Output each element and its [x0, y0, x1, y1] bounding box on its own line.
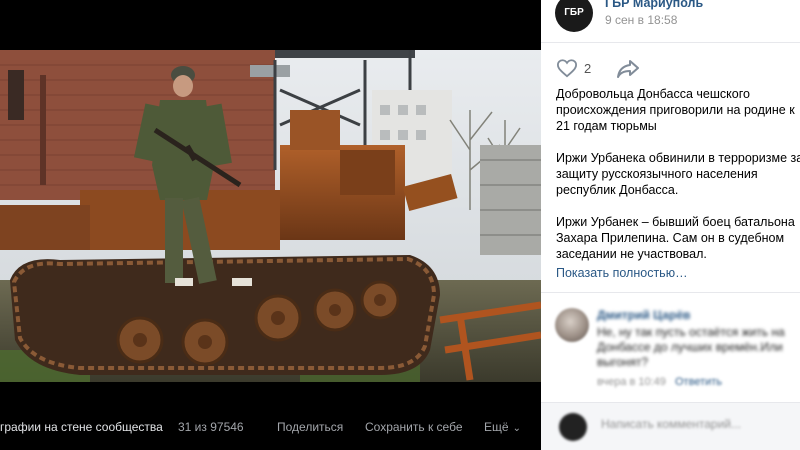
comment-text: Не, ну так пусть остаётся жить на Донбас… [597, 325, 785, 369]
more-button[interactable]: Ещё ⌄ [484, 420, 521, 434]
comment-reply-link[interactable]: Ответить [675, 376, 722, 388]
group-avatar-logo: ГБР [564, 7, 584, 18]
comment-composer: Написать комментарий... [541, 403, 800, 450]
post-date[interactable]: 9 сен в 18:58 [605, 13, 677, 27]
like-button[interactable]: 2 [556, 58, 591, 78]
save-to-album-button[interactable]: Сохранить к себе [365, 420, 463, 434]
comment-input[interactable]: Написать комментарий... [601, 417, 741, 431]
heart-icon [556, 59, 578, 78]
divider [541, 42, 800, 43]
photo-illustration [0, 50, 541, 382]
share-icon[interactable] [616, 58, 640, 78]
group-avatar[interactable]: ГБР [555, 0, 593, 32]
group-name-link[interactable]: ГБР Мариуполь [605, 0, 703, 10]
post-text: Добровольца Донбасса чешского происхожде… [556, 87, 800, 261]
chevron-down-icon: ⌄ [512, 423, 521, 434]
more-label: Ещё [484, 420, 509, 434]
comment-author-link[interactable]: Дмитрий Царёв [597, 308, 690, 322]
share-button[interactable]: Поделиться [277, 420, 343, 434]
like-count: 2 [584, 60, 592, 76]
comment-time[interactable]: вчера в 10:49 [597, 376, 666, 388]
comment-avatar[interactable] [555, 308, 589, 342]
post-panel: ГБР ГБР Мариуполь 9 сен в 18:58 2 Добров… [541, 0, 800, 450]
photo-counter: 31 из 97546 [178, 420, 244, 434]
post-photo[interactable] [0, 50, 541, 382]
show-more-link[interactable]: Показать полностью… [556, 266, 688, 280]
photo-viewer: графии на стене сообщества 31 из 97546 П… [0, 0, 541, 450]
album-link[interactable]: графии на стене сообщества [0, 420, 163, 434]
current-user-avatar [559, 413, 587, 441]
divider [541, 292, 800, 293]
viewer-bottom-bar: графии на стене сообщества 31 из 97546 П… [0, 405, 541, 450]
